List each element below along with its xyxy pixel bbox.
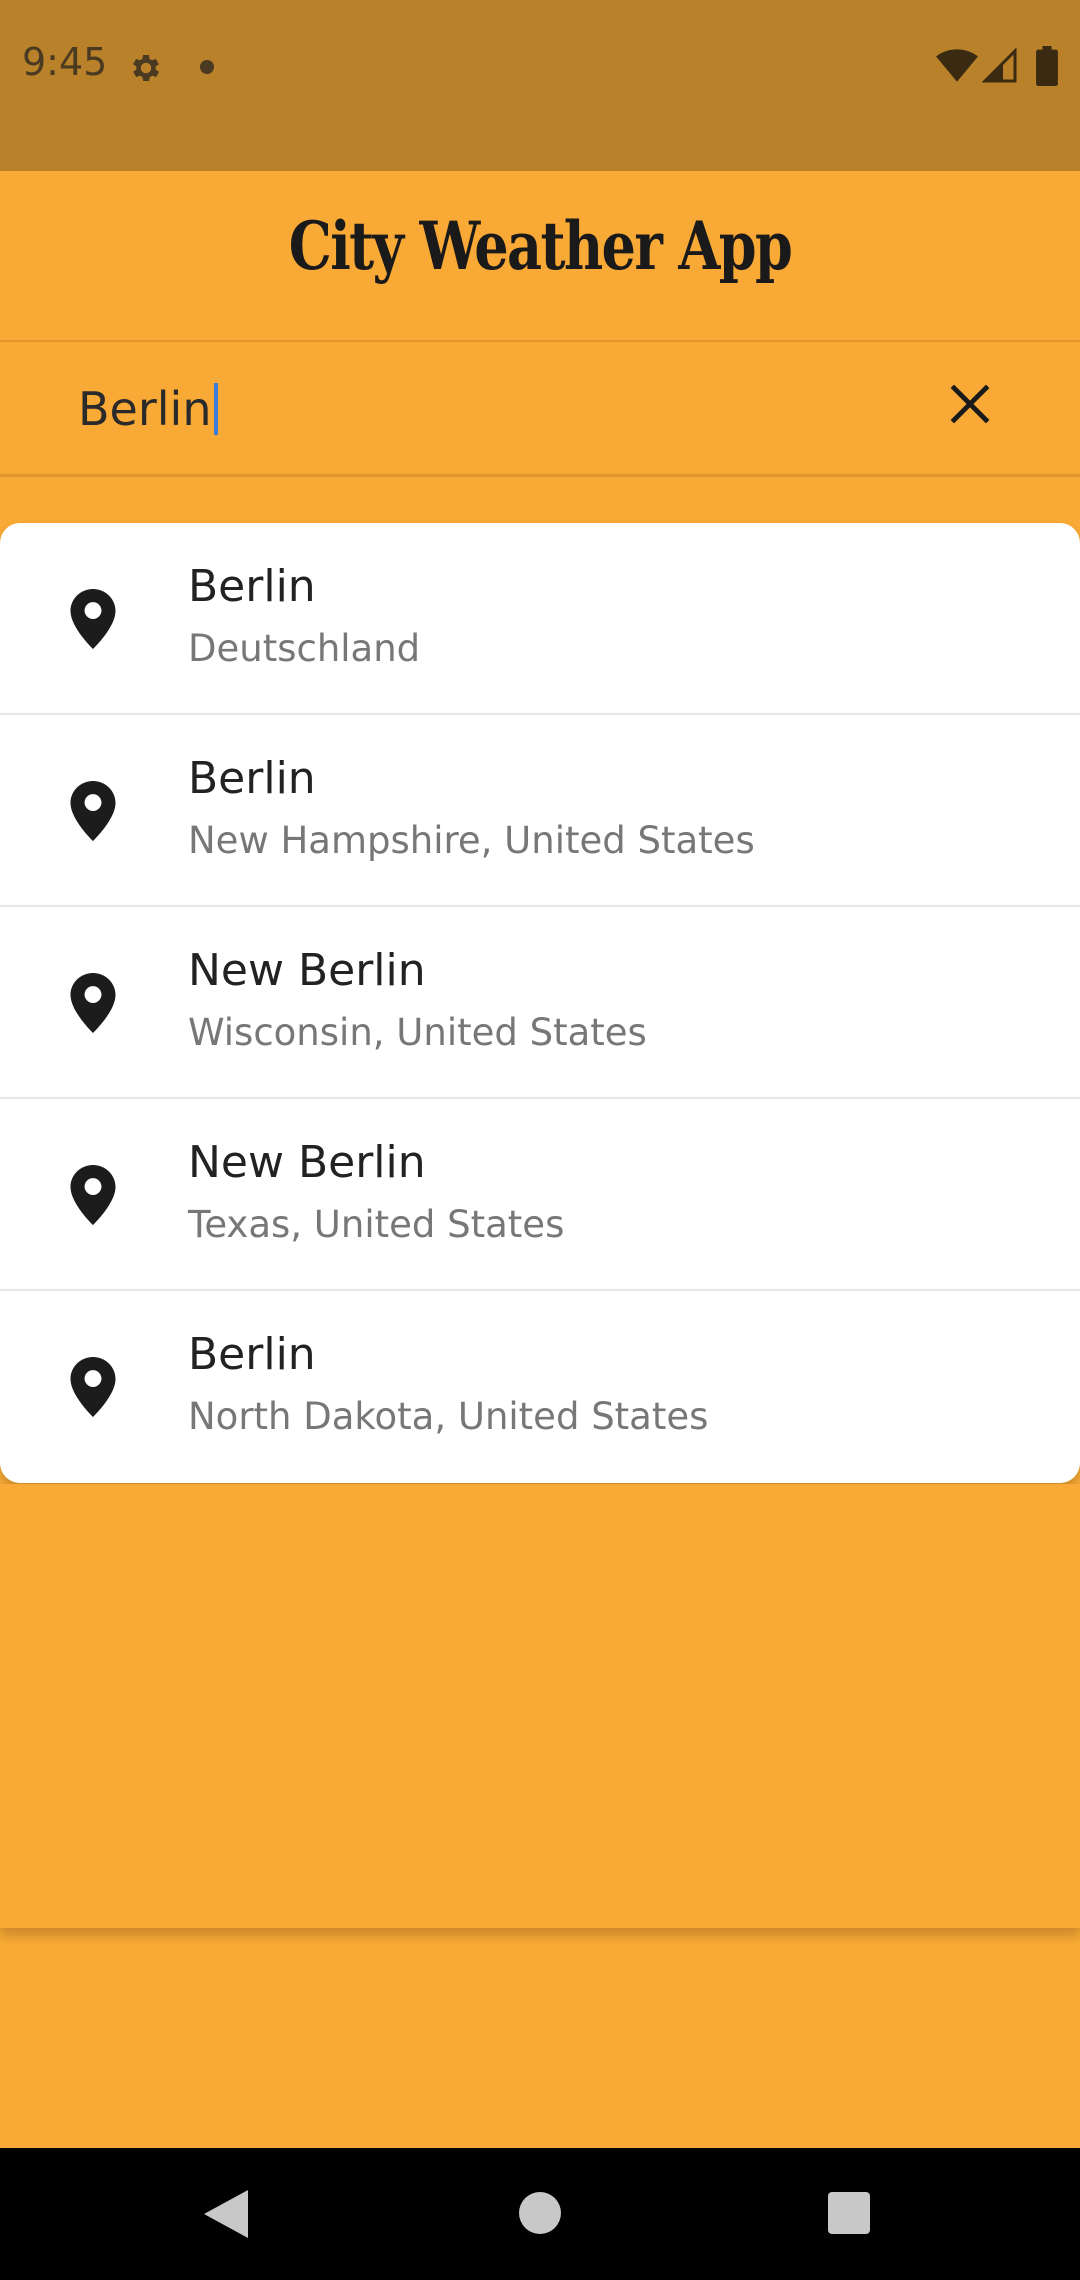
notification-dot-icon — [200, 60, 214, 74]
location-pin-icon — [70, 1165, 116, 1225]
result-item-new-berlin-texas[interactable]: New Berlin Texas, United States — [0, 1099, 1080, 1291]
result-item-berlin-north-dakota[interactable]: Berlin North Dakota, United States — [0, 1291, 1080, 1483]
navigation-bar — [0, 2148, 1080, 2280]
close-icon — [950, 384, 990, 424]
result-title: Berlin — [188, 753, 316, 804]
location-pin-icon — [70, 781, 116, 841]
battery-icon — [1036, 46, 1058, 86]
result-item-berlin-new-hampshire[interactable]: Berlin New Hampshire, United States — [0, 715, 1080, 907]
gear-icon — [133, 54, 160, 82]
text-caret — [213, 383, 218, 435]
wifi-icon — [936, 49, 978, 82]
status-time: 9:45 — [22, 40, 108, 84]
result-subtitle: New Hampshire, United States — [188, 819, 755, 862]
location-pin-icon — [70, 1357, 116, 1417]
result-title: New Berlin — [188, 1137, 426, 1188]
result-item-new-berlin-wisconsin[interactable]: New Berlin Wisconsin, United States — [0, 907, 1080, 1099]
location-pin-icon — [70, 973, 116, 1033]
status-bar: 9:45 — [0, 0, 1080, 171]
result-subtitle: North Dakota, United States — [188, 1395, 709, 1438]
result-title: New Berlin — [188, 945, 426, 996]
search-bar: Berlin — [0, 342, 1080, 477]
clear-search-button[interactable] — [930, 364, 1010, 444]
result-item-berlin-deutschland[interactable]: Berlin Deutschland — [0, 523, 1080, 715]
home-icon[interactable] — [519, 2192, 561, 2234]
search-input[interactable]: Berlin — [78, 382, 218, 436]
back-icon[interactable] — [204, 2190, 248, 2238]
result-title: Berlin — [188, 561, 316, 612]
content-panel — [0, 1484, 1080, 1928]
app-bar: City Weather App — [0, 171, 1080, 342]
result-subtitle: Deutschland — [188, 627, 421, 670]
page-title: City Weather App — [288, 207, 793, 285]
search-input-value: Berlin — [78, 382, 212, 436]
signal-icon — [982, 48, 1017, 83]
result-subtitle: Wisconsin, United States — [188, 1011, 647, 1054]
result-subtitle: Texas, United States — [188, 1203, 565, 1246]
recents-icon[interactable] — [828, 2192, 870, 2234]
search-results-list: Berlin Deutschland Berlin New Hampshire,… — [0, 523, 1080, 1483]
location-pin-icon — [70, 589, 116, 649]
result-title: Berlin — [188, 1329, 316, 1380]
